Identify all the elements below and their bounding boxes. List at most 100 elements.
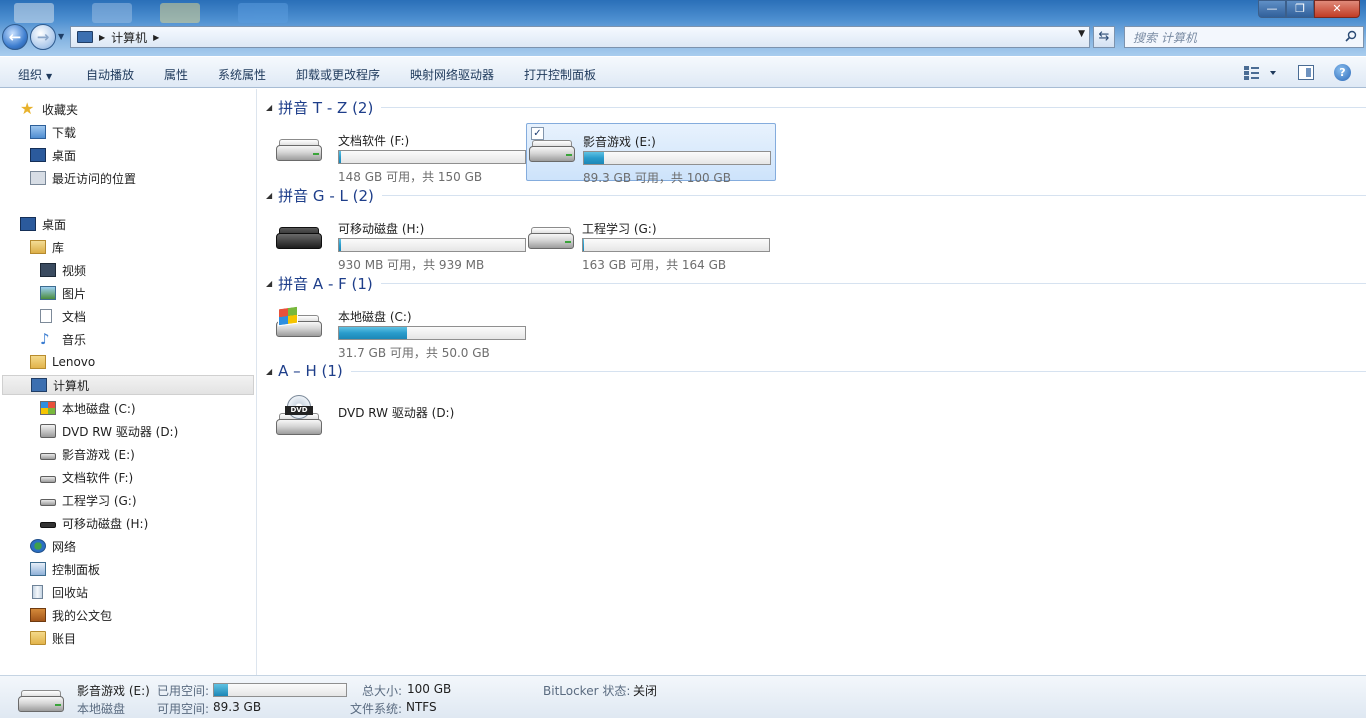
group-divider	[350, 370, 1366, 372]
organize-label: 组织	[18, 68, 43, 82]
address-bar[interactable]: ▶ 计算机 ▶ ▼	[70, 26, 1090, 48]
nav-computer[interactable]: 计算机	[2, 375, 254, 395]
autoplay-button[interactable]: 自动播放	[86, 66, 134, 83]
nav-label: 工程学习 (G:)	[62, 493, 137, 508]
drive-tile-f[interactable]: 文档软件 (F:) 148 GB 可用，共 150 GB	[268, 123, 526, 184]
uninstall-program-button[interactable]: 卸载或更改程序	[296, 66, 380, 83]
details-total-label: 总大小:	[362, 684, 403, 698]
group-header[interactable]: ◢ 拼音 G - L (2)	[266, 185, 1366, 205]
change-view-icon[interactable]	[1243, 65, 1279, 81]
nav-drive-c[interactable]: 本地磁盘 (C:)	[40, 398, 136, 418]
drive-tile-h[interactable]: 可移动磁盘 (H:) 930 MB 可用，共 939 MB	[268, 211, 526, 272]
nav-label: 桌面	[42, 217, 67, 232]
details-usage-bar	[213, 683, 347, 697]
nav-recycle-bin[interactable]: 回收站	[30, 582, 88, 602]
chevron-right-icon[interactable]: ▶	[99, 33, 105, 42]
computer-icon	[31, 378, 47, 392]
refresh-button[interactable]: ⇆	[1093, 26, 1115, 48]
nav-recent-places[interactable]: 最近访问的位置	[30, 168, 136, 188]
nav-pictures[interactable]: 图片	[40, 283, 86, 303]
collapse-triangle-icon[interactable]: ◢	[266, 103, 272, 112]
drive-usage-bar	[582, 238, 770, 252]
drive-space-text: 930 MB 可用，共 939 MB	[338, 258, 485, 272]
star-icon: ★	[20, 99, 35, 118]
recent-pages-dropdown[interactable]: ▼	[58, 32, 64, 41]
dvd-drive-icon	[40, 424, 56, 438]
drive-name: DVD RW 驱动器 (D:)	[338, 406, 455, 420]
drive-name: 本地磁盘 (C:)	[338, 310, 412, 324]
drive-usage-bar	[338, 150, 526, 164]
nav-drive-h[interactable]: 可移动磁盘 (H:)	[40, 513, 148, 533]
selection-checkbox[interactable]: ✓	[531, 127, 544, 140]
drive-space-text: 31.7 GB 可用，共 50.0 GB	[338, 346, 490, 360]
chevron-down-icon: ▼	[46, 72, 53, 81]
group-header[interactable]: ◢ A – H (1)	[266, 361, 1366, 381]
search-placeholder: 搜索 计算机	[1133, 30, 1197, 45]
nav-documents[interactable]: 文档	[40, 306, 86, 326]
group-header[interactable]: ◢ 拼音 A - F (1)	[266, 273, 1366, 293]
group-header[interactable]: ◢ 拼音 T - Z (2)	[266, 97, 1366, 117]
nav-drive-e[interactable]: 影音游戏 (E:)	[40, 444, 135, 464]
properties-button[interactable]: 属性	[164, 66, 188, 83]
map-network-drive-button[interactable]: 映射网络驱动器	[410, 66, 494, 83]
drive-space-text: 148 GB 可用，共 150 GB	[338, 170, 483, 184]
collapse-triangle-icon[interactable]: ◢	[266, 279, 272, 288]
nav-network[interactable]: 网络	[30, 536, 76, 556]
group-title: 拼音 T - Z (2)	[278, 98, 374, 117]
content-pane: ◢ 拼音 T - Z (2) 文档软件 (F:) 148 GB 可用，共 150…	[258, 89, 1366, 675]
nav-desktop[interactable]: 桌面	[20, 214, 66, 234]
network-icon	[30, 539, 46, 553]
forward-button[interactable]: →	[30, 24, 56, 50]
collapse-triangle-icon[interactable]: ◢	[266, 367, 272, 376]
nav-drive-f[interactable]: 文档软件 (F:)	[40, 467, 133, 487]
drive-name: 影音游戏 (E:)	[583, 135, 656, 149]
open-control-panel-button[interactable]: 打开控制面板	[524, 66, 596, 83]
nav-control-panel[interactable]: 控制面板	[30, 559, 100, 579]
nav-drive-d[interactable]: DVD RW 驱动器 (D:)	[40, 421, 178, 441]
drive-tile-d[interactable]: DVD DVD RW 驱动器 (D:)	[268, 387, 518, 445]
hard-drive-icon	[276, 139, 324, 163]
nav-briefcase[interactable]: 我的公文包	[30, 605, 112, 625]
group-title: 拼音 G - L (2)	[278, 186, 374, 205]
nav-ledger-folder[interactable]: 账目	[30, 628, 76, 648]
libraries-icon	[30, 240, 46, 254]
details-fs-value: NTFS	[406, 700, 437, 714]
nav-favorites[interactable]: ★ 收藏夹	[20, 99, 78, 119]
details-drive-name: 影音游戏 (E:)	[77, 684, 150, 698]
nav-drive-g[interactable]: 工程学习 (G:)	[40, 490, 137, 510]
back-button[interactable]: ←	[2, 24, 28, 50]
collapse-triangle-icon[interactable]: ◢	[266, 191, 272, 200]
drive-tile-c[interactable]: 本地磁盘 (C:) 31.7 GB 可用，共 50.0 GB	[268, 299, 526, 360]
nav-label: 回收站	[52, 585, 89, 600]
drive-name: 文档软件 (F:)	[338, 134, 410, 148]
preview-pane-icon[interactable]	[1298, 65, 1314, 80]
system-properties-button[interactable]: 系统属性	[218, 66, 266, 83]
group-divider	[381, 194, 1366, 196]
nav-user-folder[interactable]: Lenovo	[30, 352, 95, 372]
group-divider	[380, 282, 1366, 284]
nav-videos[interactable]: 视频	[40, 260, 86, 280]
nav-downloads[interactable]: 下载	[30, 122, 76, 142]
window-controls: — ❐ ✕	[1258, 0, 1360, 18]
details-drive-type: 本地磁盘	[77, 702, 126, 716]
search-input[interactable]: 搜索 计算机	[1124, 26, 1364, 48]
drive-name: 工程学习 (G:)	[582, 222, 657, 236]
address-dropdown[interactable]: ▼	[1078, 29, 1085, 39]
nav-libraries[interactable]: 库	[30, 237, 64, 257]
drive-tile-e[interactable]: ✓ 影音游戏 (E:) 89.3 GB 可用，共 100 GB	[526, 123, 776, 185]
organize-button[interactable]: 组织 ▼	[18, 66, 52, 83]
drive-tile-g[interactable]: 工程学习 (G:) 163 GB 可用，共 164 GB	[526, 211, 776, 272]
nav-label: 文档	[62, 309, 87, 324]
nav-music[interactable]: ♪ 音乐	[40, 329, 86, 349]
help-icon[interactable]: ?	[1334, 64, 1351, 81]
nav-desktop-favorite[interactable]: 桌面	[30, 145, 76, 165]
drive-space-text: 163 GB 可用，共 164 GB	[582, 258, 727, 272]
breadcrumb-computer[interactable]: 计算机	[111, 29, 147, 46]
hard-drive-icon	[40, 498, 56, 506]
maximize-button[interactable]: ❐	[1286, 0, 1314, 18]
close-button[interactable]: ✕	[1314, 0, 1360, 18]
minimize-button[interactable]: —	[1258, 0, 1286, 18]
search-icon[interactable]	[1345, 30, 1357, 42]
group-title: A – H (1)	[278, 362, 343, 380]
chevron-right-icon[interactable]: ▶	[153, 33, 159, 42]
